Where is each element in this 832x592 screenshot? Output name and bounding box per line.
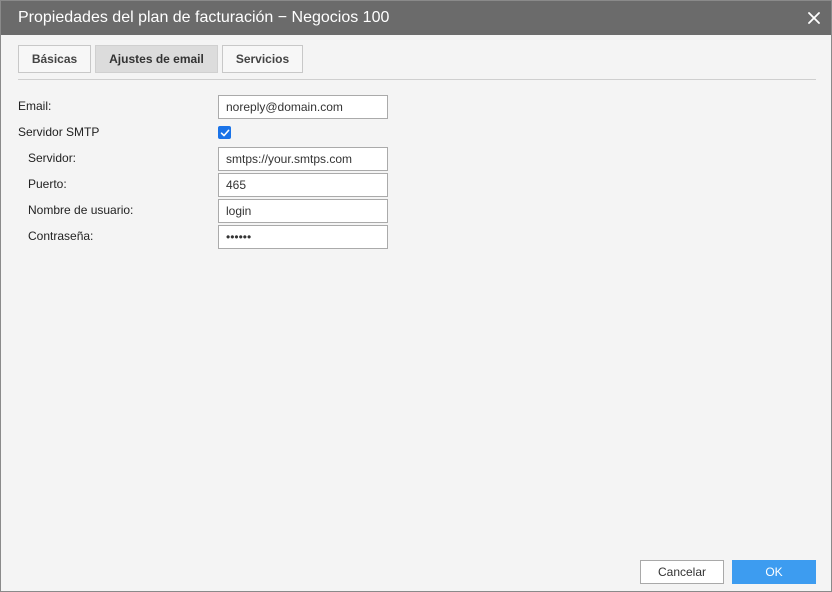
port-field[interactable] <box>218 173 388 197</box>
close-button[interactable] <box>803 7 825 29</box>
server-label: Servidor: <box>28 151 77 165</box>
billing-plan-dialog: Propiedades del plan de facturación − Ne… <box>0 0 832 592</box>
dialog-title: Propiedades del plan de facturación − Ne… <box>18 9 390 26</box>
username-label: Nombre de usuario: <box>28 203 134 217</box>
dialog-titlebar: Propiedades del plan de facturación − Ne… <box>1 1 831 35</box>
tab-servicios[interactable]: Servicios <box>222 45 303 73</box>
smtp-label: Servidor SMTP <box>18 125 100 139</box>
checkmark-icon <box>220 129 229 136</box>
smtp-checkbox[interactable] <box>218 126 231 139</box>
email-field[interactable] <box>218 95 388 119</box>
email-label: Email: <box>18 99 52 113</box>
tab-basicas[interactable]: Básicas <box>18 45 91 73</box>
server-field[interactable] <box>218 147 388 171</box>
cancel-button[interactable]: Cancelar <box>640 560 724 584</box>
password-label: Contraseña: <box>28 229 94 243</box>
username-field[interactable] <box>218 199 388 223</box>
password-field[interactable] <box>218 225 388 249</box>
port-label: Puerto: <box>28 177 67 191</box>
ok-button[interactable]: OK <box>732 560 816 584</box>
close-icon <box>808 12 820 24</box>
tab-divider <box>18 79 816 80</box>
tab-ajustes-de-email[interactable]: Ajustes de email <box>95 45 218 73</box>
